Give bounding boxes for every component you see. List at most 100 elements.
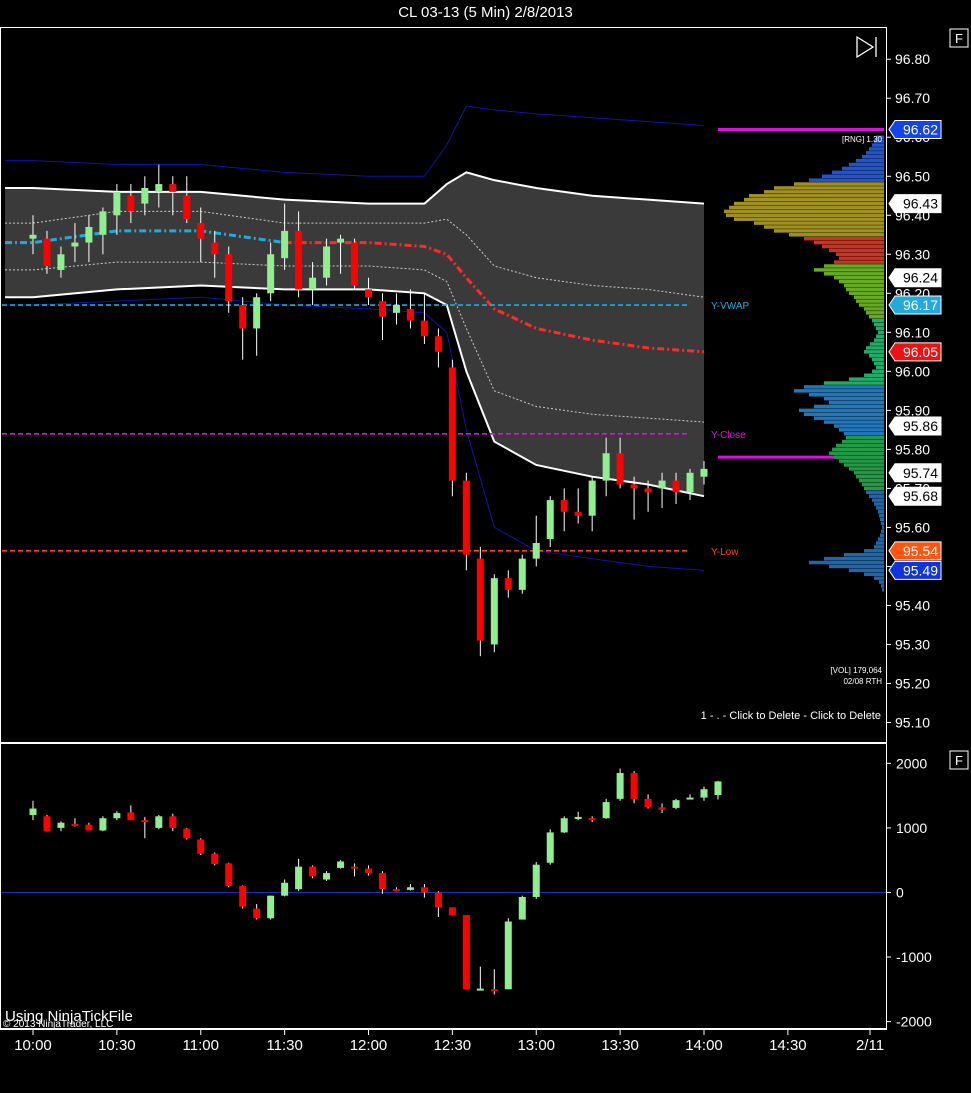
- x-tick-label: 13:30: [601, 1037, 639, 1054]
- volume-profile-bar: [854, 471, 884, 475]
- volume-profile-bar: [764, 190, 884, 194]
- volume-profile-bar: [804, 412, 884, 417]
- volume-profile-bar: [839, 459, 884, 463]
- volume-profile: [724, 135, 884, 592]
- price-tick-label: 96.80: [895, 51, 930, 67]
- x-tick-label: 10:00: [14, 1037, 52, 1054]
- lower-f-label: F: [955, 753, 963, 768]
- indicator-candle: [686, 797, 694, 800]
- price-tag: 96.43: [888, 194, 942, 214]
- level-label-y-low: Y-Low: [711, 547, 739, 558]
- volume-profile-bar: [832, 170, 884, 175]
- click-to-delete-link[interactable]: 1 - . - Click to Delete - Click to Delet…: [701, 710, 881, 722]
- indicator-candle: [490, 989, 498, 992]
- price-tag: 96.24: [888, 268, 942, 288]
- indicator-candle: [476, 988, 484, 991]
- volume-profile-bar: [872, 357, 884, 362]
- indicator-candle: [141, 820, 149, 823]
- volume-profile-bar: [824, 272, 884, 276]
- volume-profile-bar: [844, 552, 884, 557]
- chart-canvas[interactable]: Y-VWAPY-CloseY-Low 96.8096.7096.6096.509…: [0, 0, 971, 1093]
- price-tag-label: 96.62: [903, 121, 938, 137]
- indicator-candle: [630, 773, 638, 799]
- price-candle: [127, 195, 135, 212]
- indicator-candle: [239, 886, 247, 907]
- indicator-candle: [281, 882, 289, 896]
- indicator-tick-label: 0: [896, 884, 904, 900]
- price-candle: [309, 277, 317, 290]
- price-candle: [420, 320, 428, 337]
- indicator-candle: [323, 873, 331, 880]
- price-candle: [658, 480, 666, 489]
- volume-profile-bar: [824, 264, 884, 268]
- price-candle: [602, 453, 610, 481]
- indicator-candle: [155, 816, 163, 828]
- play-to-end-icon[interactable]: [856, 35, 877, 59]
- x-tick-label: 11:00: [183, 1037, 219, 1054]
- volume-profile-bar: [846, 287, 884, 292]
- volume-profile-bar: [824, 396, 884, 401]
- price-tag: 95.74: [888, 463, 942, 483]
- volume-profile-bar: [878, 330, 884, 335]
- price-tick-label: 96.10: [895, 324, 930, 340]
- indicator-candle: [560, 818, 568, 833]
- vol-sub-annotation: 02/08 RTH: [843, 677, 882, 686]
- price-tag-label: 96.17: [903, 297, 938, 313]
- volume-profile-bar: [834, 424, 884, 428]
- price-tag-label: 95.74: [903, 465, 938, 481]
- indicator-candle: [574, 816, 582, 819]
- volume-profile-bar: [754, 221, 884, 225]
- volume-profile-bar: [869, 147, 884, 151]
- price-candle: [616, 453, 624, 485]
- volume-profile-bar: [849, 377, 884, 381]
- volume-profile-bar: [799, 408, 884, 413]
- indicator-panel[interactable]: [1, 768, 886, 995]
- indicator-candle: [211, 853, 219, 865]
- price-tick-label: 95.40: [895, 597, 930, 613]
- x-tick-label: 11:30: [266, 1037, 302, 1054]
- volume-profile-bar: [878, 510, 884, 514]
- volume-profile-bar: [794, 182, 884, 186]
- volume-profile-bar: [734, 201, 884, 206]
- indicator-tick-label: 2000: [896, 755, 927, 771]
- volume-profile-bar: [789, 233, 884, 237]
- vwap-band-fill: [5, 172, 704, 497]
- volume-profile-bar: [809, 178, 884, 182]
- volume-profile-bar: [878, 537, 884, 541]
- price-candle: [197, 223, 205, 239]
- price-panel[interactable]: Y-VWAP Y-Close Y-Low: [2, 105, 884, 657]
- indicator-candle: [420, 887, 428, 893]
- level-label-y-close: Y-Close: [711, 430, 746, 441]
- price-candle: [155, 184, 163, 192]
- price-candle: [560, 500, 568, 512]
- price-candle: [462, 480, 470, 555]
- indicator-candle: [644, 798, 652, 808]
- indicator-candle: [714, 781, 722, 795]
- indicator-candle: [183, 828, 191, 839]
- price-candle: [85, 226, 93, 243]
- indicator-candle: [309, 866, 317, 877]
- indicator-candle: [546, 832, 554, 863]
- upper-panel-f-button[interactable]: F: [949, 28, 969, 48]
- price-candle: [281, 230, 289, 259]
- price-candle: [448, 367, 456, 481]
- volume-profile-bar: [832, 447, 884, 452]
- price-candle: [323, 246, 331, 278]
- lower-panel-f-button[interactable]: F: [949, 750, 969, 770]
- volume-profile-bar: [872, 498, 884, 502]
- indicator-tick-label: -2000: [896, 1014, 932, 1030]
- volume-profile-bar: [824, 381, 884, 385]
- price-candle: [504, 578, 512, 590]
- volume-profile-bar: [876, 506, 884, 510]
- volume-profile-bar: [864, 350, 884, 354]
- price-labels: 96.62 96.43 96.24 96.17 96.05 95.86 95.74 95.68…: [888, 119, 942, 580]
- volume-profile-bar: [881, 521, 884, 526]
- volume-profile-bar: [870, 342, 884, 346]
- volume-profile-bar: [844, 463, 884, 467]
- volume-profile-bar: [764, 225, 884, 229]
- price-tag-label: 95.86: [903, 418, 938, 434]
- indicator-candle: [43, 816, 51, 832]
- volume-profile-bar: [726, 213, 884, 218]
- indicator-candle: [85, 824, 93, 831]
- volume-profile-bar: [866, 490, 884, 495]
